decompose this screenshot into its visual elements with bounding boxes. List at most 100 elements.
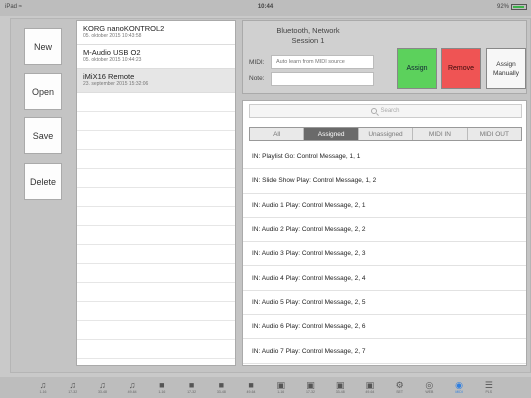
battery-indicator: 92% — [497, 4, 527, 10]
image-icon: ▣ — [335, 380, 345, 390]
tab-unassigned[interactable]: Unassigned — [359, 128, 414, 140]
settings-icon: ⚙ — [395, 380, 404, 390]
list-item[interactable]: IN: Audio 5 Play: Control Message, 2, 5 — [243, 291, 526, 316]
search-icon — [371, 108, 378, 114]
new-button[interactable]: New — [24, 28, 62, 65]
note-label: Note: — [249, 75, 265, 82]
bottom-tab-label: 1-16 — [158, 390, 166, 394]
bottom-tab-midi[interactable]: ◉ MIDI — [449, 377, 469, 398]
bottom-tab-label: 1-16 — [39, 390, 47, 394]
bottom-tab-49-64[interactable]: ■ 49-64 — [241, 377, 261, 398]
bottom-tab-label: 1-16 — [277, 390, 285, 394]
music-note-icon: ♫ — [69, 380, 77, 390]
bottom-tab-49-64[interactable]: ♫ 49-64 — [122, 377, 142, 398]
video-camera-icon: ■ — [218, 380, 225, 390]
preset-name: KORG nanoKONTROL2 — [83, 24, 165, 33]
empty-row — [77, 131, 235, 150]
empty-row — [77, 264, 235, 283]
midi-icon: ◉ — [455, 380, 463, 390]
list-item[interactable]: IN: Slide Show Play: Control Message, 1,… — [243, 169, 526, 194]
list-item[interactable]: IN: Audio 2 Play: Control Message, 2, 2 — [243, 218, 526, 243]
device-info: Bluetooth, Network Session 1 — [243, 26, 373, 46]
preset-item-selected[interactable]: iMiX16 Remote 23. september 2015 15:32:0… — [77, 69, 235, 93]
tab-midi-out[interactable]: MIDI OUT — [468, 128, 521, 140]
empty-row — [77, 112, 235, 131]
image-icon: ▣ — [306, 380, 315, 390]
video-camera-icon: ■ — [188, 380, 195, 390]
bottom-tab-label: 17-32 — [68, 390, 78, 394]
empty-row — [77, 340, 235, 359]
empty-row — [77, 169, 235, 188]
list-item[interactable]: IN: Audio 1 Play: Control Message, 2, 1 — [243, 194, 526, 218]
video-camera-icon: ■ — [248, 380, 254, 390]
list-item[interactable]: IN: Audio 3 Play: Control Message, 2, 3 — [243, 242, 526, 267]
tab-all[interactable]: All — [250, 128, 305, 140]
delete-button[interactable]: Delete — [24, 163, 62, 200]
empty-row — [77, 283, 235, 302]
list-item[interactable]: IN: Audio 7 Play: Control Message, 2, 7 — [243, 339, 526, 364]
tab-assigned[interactable]: Assigned — [304, 128, 359, 140]
preset-item[interactable]: M-Audio USB O2 05. oktober 2015 10:44:23 — [77, 45, 235, 69]
assignment-editor: Bluetooth, Network Session 1 MIDI: Note:… — [242, 20, 527, 94]
assign-manually-button[interactable]: Assign Manually — [486, 48, 526, 89]
note-input[interactable] — [271, 72, 374, 86]
empty-row — [77, 302, 235, 321]
bottom-tab-pls[interactable]: ☰ PLS — [479, 377, 499, 398]
assignment-entries: IN: Playlist Go: Control Message, 1, 1 I… — [243, 145, 526, 364]
empty-row — [77, 226, 235, 245]
bottom-tab-set[interactable]: ⚙ SET — [390, 377, 410, 398]
playlist-icon: ☰ — [484, 380, 493, 390]
bottom-tab-label: 49-64 — [246, 390, 256, 394]
preset-item[interactable]: KORG nanoKONTROL2 05. oktober 2015 10:43… — [77, 21, 235, 45]
bottom-tab-33-48[interactable]: ♫ 33-48 — [92, 377, 112, 398]
bottom-tab-web[interactable]: ◎ WEB — [419, 377, 439, 398]
preset-list: KORG nanoKONTROL2 05. oktober 2015 10:43… — [76, 20, 236, 366]
bottom-tab-label: 17-32 — [187, 390, 197, 394]
empty-row — [77, 188, 235, 207]
list-item[interactable]: IN: Audio 6 Play: Control Message, 2, 6 — [243, 315, 526, 340]
preset-date: 05. oktober 2015 10:44:23 — [83, 57, 142, 63]
bottom-tab-17-32[interactable]: ▣ 17-32 — [300, 377, 320, 398]
remove-button[interactable]: Remove — [441, 48, 481, 89]
bottom-tab-1-16[interactable]: ♫ 1-16 — [33, 377, 53, 398]
empty-row — [77, 245, 235, 264]
empty-row — [77, 207, 235, 226]
music-note-icon: ♫ — [128, 380, 136, 390]
bottom-tab-49-64[interactable]: ▣ 49-64 — [360, 377, 380, 398]
assign-button[interactable]: Assign — [397, 48, 437, 89]
image-icon: ▣ — [365, 380, 375, 390]
midi-input[interactable] — [271, 55, 374, 69]
list-item[interactable]: IN: Playlist Go: Control Message, 1, 1 — [243, 145, 526, 170]
bottom-tab-bar: ♫ 1-16 ♫ 17-32 ♫ 33-48 ♫ 49-64 ■ 1-16 ■ 17-32 ■ 33-48… — [0, 377, 531, 398]
bottom-tab-17-32[interactable]: ■ 17-32 — [182, 377, 202, 398]
bottom-tab-label: 33-48 — [97, 390, 107, 394]
preset-date: 23. september 2015 15:32:06 — [83, 81, 149, 87]
empty-row — [77, 93, 235, 112]
bottom-tab-label: WEB — [425, 390, 434, 394]
connection-label: Bluetooth, Network — [276, 26, 340, 35]
list-item[interactable]: IN: Audio 4 Play: Control Message, 2, 4 — [243, 266, 526, 291]
preset-name: M-Audio USB O2 — [83, 48, 141, 57]
save-button[interactable]: Save — [24, 117, 62, 154]
bottom-tab-label: MIDI — [455, 390, 463, 394]
open-button[interactable]: Open — [24, 73, 62, 110]
bottom-tab-1-16[interactable]: ▣ 1-16 — [271, 377, 291, 398]
midi-label: MIDI: — [249, 59, 265, 66]
music-note-icon: ♫ — [99, 380, 106, 390]
bottom-tab-1-16[interactable]: ■ 1-16 — [152, 377, 172, 398]
filter-tabs: All Assigned Unassigned MIDI IN MIDI OUT — [249, 127, 522, 141]
empty-row — [77, 321, 235, 340]
battery-percent: 92% — [496, 4, 509, 10]
bottom-tab-label: 49-64 — [365, 390, 375, 394]
preset-name: iMiX16 Remote — [83, 72, 135, 81]
status-bar: iPad ≈ 10:44 92% — [0, 0, 531, 16]
bottom-tab-33-48[interactable]: ■ 33-48 — [211, 377, 231, 398]
tab-midi-in[interactable]: MIDI IN — [413, 128, 468, 140]
bottom-tab-33-48[interactable]: ▣ 33-48 — [330, 377, 350, 398]
search-input[interactable]: Search — [249, 104, 522, 118]
bottom-tab-label: PLS — [485, 390, 493, 394]
battery-icon — [511, 4, 527, 10]
bottom-tab-17-32[interactable]: ♫ 17-32 — [63, 377, 83, 398]
search-placeholder: Search — [380, 108, 400, 114]
assignment-list: Search All Assigned Unassigned MIDI IN M… — [242, 100, 527, 366]
